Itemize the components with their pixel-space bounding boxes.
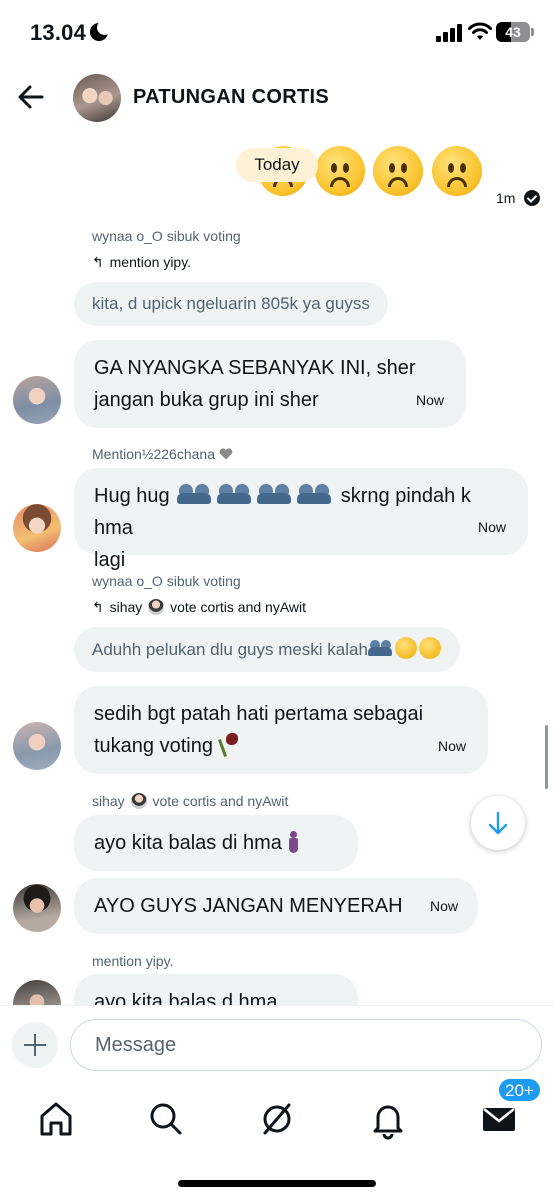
notifications-icon[interactable] [366, 1097, 410, 1141]
message-text: kita, d upick ngeluarin 805k ya guyss [92, 294, 370, 313]
search-icon[interactable] [144, 1097, 188, 1141]
reply-target: vote cortis and nyAwit [170, 599, 307, 615]
grok-icon[interactable] [255, 1097, 299, 1141]
reply-target: sihay [92, 793, 125, 809]
avatar[interactable] [13, 504, 61, 552]
message-bubble[interactable]: kita, d upick ngeluarin 805k ya guyss [74, 282, 388, 326]
moon-icon [90, 20, 112, 41]
reply-target: sihay [109, 599, 143, 615]
message-time: Now [437, 738, 466, 754]
date-separator: Today [236, 148, 318, 182]
avatar[interactable] [13, 884, 61, 932]
person-emoji-icon [148, 599, 165, 615]
message-time: 1m [496, 190, 516, 206]
reply-target: mention yipy. [109, 254, 192, 270]
group-title[interactable]: PATUNGAN CORTIS [133, 86, 329, 109]
group-avatar[interactable] [73, 74, 121, 122]
avatar[interactable] [13, 980, 61, 1005]
hug-emoji-icon [177, 483, 213, 505]
sender-name: wynaa o_O sibuk voting [92, 573, 241, 589]
hug-emoji-icon [297, 483, 333, 505]
wilted-rose-emoji-icon [217, 731, 239, 757]
person-emoji-icon [130, 793, 147, 809]
scroll-to-bottom-button[interactable] [471, 796, 525, 850]
messages-badge: 20+ [497, 1077, 542, 1103]
message-text: AYO GUYS JANGAN MENYERAH [94, 895, 403, 917]
message-text: Hug hug [94, 485, 170, 507]
message-time: Now [477, 519, 506, 535]
message-bubble[interactable]: sedih bgt patah hati pertama sebagai tuk… [74, 686, 488, 774]
status-time: 13.04 [30, 20, 87, 45]
disappointed-emoji-icon [418, 637, 441, 659]
seen-check-icon [524, 190, 540, 206]
battery-level: 43 [505, 24, 521, 40]
disappointed-emoji-icon [394, 637, 417, 659]
message-composer [0, 1005, 554, 1085]
emoji-sad-face [373, 146, 423, 196]
reply-arrow-icon: ↰ [92, 254, 104, 270]
back-arrow-icon[interactable] [14, 80, 48, 114]
home-indicator [178, 1180, 376, 1187]
message-bubble[interactable]: ayo kita balas d hma [74, 974, 358, 1005]
message-input[interactable] [70, 1019, 542, 1071]
status-bar: 13.04 43 [0, 0, 554, 64]
bottom-navigation: 20+ [0, 1077, 554, 1200]
messages-icon[interactable] [477, 1097, 521, 1141]
message-text: Aduhh pelukan dlu guys meski kalah [92, 640, 368, 659]
message-bubble[interactable]: Aduhh pelukan dlu guys meski kalah [74, 627, 460, 672]
reply-reference[interactable]: ↰ mention yipy. [92, 254, 191, 271]
mermaid-emoji-icon [286, 831, 300, 853]
cellular-signal-icon [436, 24, 462, 42]
sender-name: Mention½226chana [92, 446, 233, 462]
battery-nub [531, 28, 534, 36]
message-list[interactable]: Today 1m wynaa o_O sibuk voting ↰ mentio… [0, 130, 554, 1005]
emoji-sad-face [315, 146, 365, 196]
message-bubble[interactable]: ayo kita balas di hma [74, 815, 358, 871]
reply-arrow-icon: ↰ [92, 599, 104, 615]
message-text: jangan buka grup ini sher [94, 389, 319, 411]
message-text: sedih bgt patah hati pertama sebagai [94, 703, 424, 725]
battery-icon: 43 [496, 22, 530, 42]
grey-heart-icon [219, 447, 233, 460]
message-text: ayo kita balas d hma [94, 991, 278, 1005]
hug-emoji-icon [257, 483, 293, 505]
message-text: lagi [94, 549, 126, 571]
chat-header: PATUNGAN CORTIS [0, 66, 554, 130]
add-attachment-button[interactable] [12, 1022, 58, 1068]
home-icon[interactable] [34, 1097, 78, 1141]
message-bubble[interactable]: AYO GUYS JANGAN MENYERAH Now [74, 878, 478, 934]
message-text: tukang voting [94, 735, 213, 757]
reply-reference[interactable]: ↰ sihay vote cortis and nyAwit [92, 599, 306, 616]
avatar[interactable] [13, 376, 61, 424]
scrollbar-thumb[interactable] [545, 725, 548, 789]
message-bubble[interactable]: GA NYANGKA SEBANYAK INI, sher jangan buk… [74, 340, 466, 428]
sender-name: wynaa o_O sibuk voting [92, 228, 241, 244]
sender-name-text: Mention½226chana [92, 446, 215, 462]
hug-emoji-icon [217, 483, 253, 505]
reply-reference[interactable]: sihay vote cortis and nyAwit [92, 793, 288, 809]
avatar[interactable] [13, 722, 61, 770]
message-bubble[interactable]: Hug hug skrng pindah k hma lagi Now [74, 468, 528, 571]
message-text: ayo kita balas di hma [94, 832, 282, 854]
sender-name: mention yipy. [92, 953, 174, 969]
arrow-down-icon [488, 811, 508, 835]
message-text: GA NYANGKA SEBANYAK INI, sher [94, 357, 416, 379]
message-time: Now [415, 392, 444, 408]
reply-target: vote cortis and nyAwit [152, 793, 289, 809]
hug-emoji-icon [367, 640, 394, 657]
wifi-icon [468, 22, 492, 40]
message-time: Now [429, 898, 458, 914]
emoji-sad-face [432, 146, 482, 196]
